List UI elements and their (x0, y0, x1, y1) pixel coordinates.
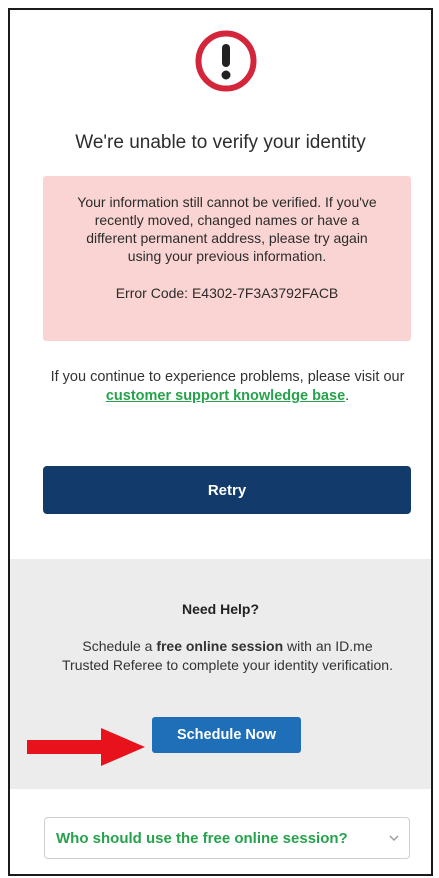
error-code: Error Code: E4302-7F3A3792FACB (115, 285, 339, 301)
faq-question: Who should use the free online session? (56, 830, 348, 847)
verification-error-page: We're unable to verify your identity You… (8, 8, 433, 876)
help-text-bold: free online session (156, 638, 284, 654)
support-message: If you continue to experience problems, … (50, 368, 405, 406)
error-alert: Your information still cannot be verifie… (43, 176, 411, 341)
exclamation-circle-icon (195, 30, 257, 92)
red-arrow-icon (27, 728, 145, 766)
retry-button[interactable]: Retry (43, 466, 411, 514)
error-message: Your information still cannot be verifie… (77, 194, 377, 264)
page-title: We're unable to verify your identity (75, 132, 366, 153)
chevron-down-icon (389, 835, 399, 841)
help-title: Need Help? (181, 601, 259, 617)
support-prefix: If you continue to experience problems, … (50, 369, 405, 385)
help-text-before: Schedule a (82, 638, 153, 654)
help-description: Schedule a free online session with an I… (60, 637, 395, 675)
schedule-now-button[interactable]: Schedule Now (152, 717, 301, 753)
faq-accordion[interactable]: Who should use the free online session? (44, 817, 410, 859)
knowledge-base-link[interactable]: customer support knowledge base (106, 388, 345, 404)
support-suffix: . (345, 388, 350, 404)
